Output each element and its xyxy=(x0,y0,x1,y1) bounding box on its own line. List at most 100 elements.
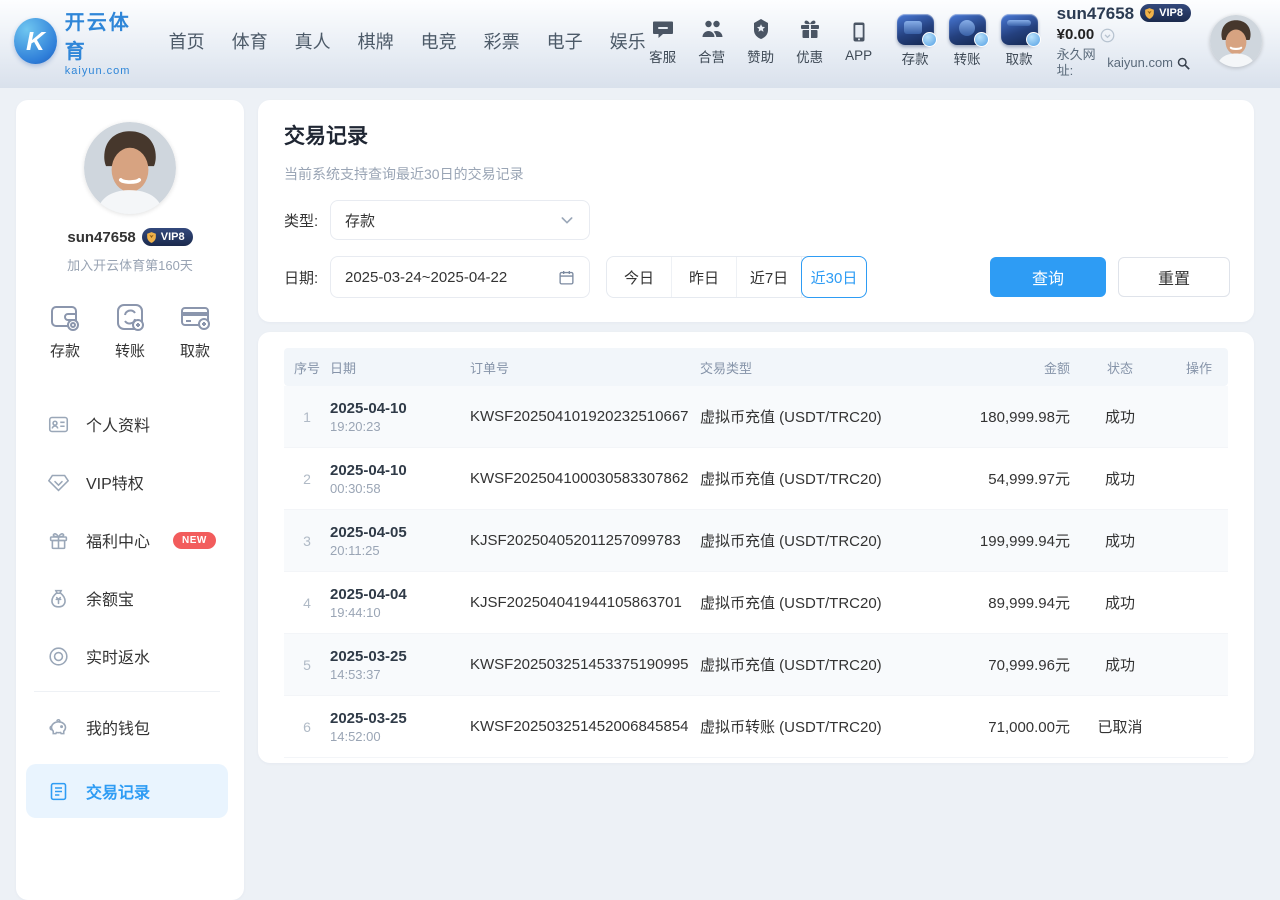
col-amount: 金额 xyxy=(950,358,1070,377)
row-amount: 199,999.94元 xyxy=(950,530,1070,551)
sidebar-item-welfare[interactable]: 福利中心 NEW xyxy=(16,511,238,569)
sidebar-item-transactions[interactable]: 交易记录 xyxy=(26,764,228,818)
row-date-value: 2025-04-05 xyxy=(330,524,470,541)
partner-link[interactable]: 合营 xyxy=(695,17,729,66)
sidebar-item-vip[interactable]: VIP特权 xyxy=(16,453,238,511)
vip-crest-icon xyxy=(1143,7,1156,20)
quick-date-yesterday[interactable]: 昨日 xyxy=(672,257,737,297)
row-status: 成功 xyxy=(1070,406,1170,427)
new-badge: NEW xyxy=(173,532,216,549)
nav-item-home[interactable]: 首页 xyxy=(169,28,205,54)
transaction-record-icon xyxy=(48,781,69,802)
sidebar-username: sun47658 xyxy=(67,229,135,246)
table-header: 序号 日期 订单号 交易类型 金额 状态 操作 xyxy=(284,348,1228,386)
avatar[interactable] xyxy=(1210,15,1262,67)
row-type: 虚拟币充值 (USDT/TRC20) xyxy=(700,654,950,675)
sidebar-item-yuebao[interactable]: 余额宝 xyxy=(16,569,238,627)
sidebar-vip-badge: VIP8 xyxy=(142,228,193,246)
vip-badge: VIP8 xyxy=(1140,4,1191,22)
reset-button[interactable]: 重置 xyxy=(1118,257,1230,297)
date-filter-row: 日期: 2025-03-24~2025-04-22 今日 昨日 近7日 近30日… xyxy=(284,256,1230,298)
app-link[interactable]: APP xyxy=(842,19,876,63)
badge-icon xyxy=(748,17,773,42)
row-time-value: 14:53:37 xyxy=(330,667,470,682)
row-amount: 180,999.98元 xyxy=(950,406,1070,427)
nav-item-lottery[interactable]: 彩票 xyxy=(484,28,520,54)
nav-item-sports[interactable]: 体育 xyxy=(232,28,268,54)
date-range-input[interactable]: 2025-03-24~2025-04-22 xyxy=(330,256,590,298)
nav-item-live[interactable]: 真人 xyxy=(295,28,331,54)
col-index: 序号 xyxy=(284,358,330,377)
sidebar-item-transactions-label: 交易记录 xyxy=(86,779,150,803)
gift-box-icon xyxy=(48,530,69,551)
balance-amount: ¥0.00 xyxy=(1057,26,1095,45)
table-row: 1 2025-04-10 19:20:23 KWSF20250410192023… xyxy=(284,386,1228,448)
chevron-down-icon xyxy=(559,212,575,228)
withdraw-tile[interactable]: 取款 xyxy=(1001,14,1038,68)
sponsor-link[interactable]: 赞助 xyxy=(744,17,778,66)
sidebar-item-rebate[interactable]: 实时返水 xyxy=(16,627,238,685)
col-action: 操作 xyxy=(1170,358,1228,377)
quick-date-30days[interactable]: 近30日 xyxy=(801,256,867,298)
sidebar-item-profile[interactable]: 个人资料 xyxy=(16,395,238,453)
nav-item-chess[interactable]: 棋牌 xyxy=(358,28,394,54)
sidebar-item-wallet-label: 我的钱包 xyxy=(86,715,150,739)
row-time-value: 20:11:25 xyxy=(330,543,470,558)
page-title: 交易记录 xyxy=(284,120,1230,150)
nav-item-entertainment[interactable]: 娱乐 xyxy=(610,28,646,54)
username: sun47658 xyxy=(1057,3,1135,24)
type-label: 类型: xyxy=(284,210,330,231)
page-subtitle: 当前系统支持查询最近30日的交易记录 xyxy=(284,164,1230,184)
nav-item-esports[interactable]: 电竞 xyxy=(421,28,457,54)
row-order-no: KJSF202504041944105863701 xyxy=(470,594,700,611)
refresh-balance-icon[interactable] xyxy=(1100,28,1115,43)
promo-link[interactable]: 优惠 xyxy=(793,17,827,66)
sidebar-avatar[interactable] xyxy=(84,122,176,214)
row-date-value: 2025-04-04 xyxy=(330,586,470,603)
deposit-tile[interactable]: 存款 xyxy=(897,14,934,68)
row-index: 1 xyxy=(284,409,330,425)
quick-date-7days[interactable]: 近7日 xyxy=(737,257,802,297)
row-type: 虚拟币转账 (USDT/TRC20) xyxy=(700,716,950,737)
sidebar-item-welfare-label: 福利中心 xyxy=(86,528,150,552)
sidebar-vip-crest-icon xyxy=(145,231,158,244)
brand-domain: kaiyun.com xyxy=(65,65,147,77)
row-status: 成功 xyxy=(1070,654,1170,675)
brand-logo-icon: K xyxy=(14,18,57,64)
col-order: 订单号 xyxy=(470,358,700,377)
sidebar-item-wallet[interactable]: 我的钱包 xyxy=(16,698,238,756)
type-select[interactable]: 存款 xyxy=(330,200,590,240)
sidebar-quick-actions: 存款 转账 取款 xyxy=(16,300,244,361)
search-icon[interactable] xyxy=(1176,56,1191,71)
bank-card-icon xyxy=(178,300,212,334)
filter-actions: 查询 重置 xyxy=(990,257,1230,297)
row-date: 2025-04-10 19:20:23 xyxy=(330,400,470,434)
sidebar-item-vip-label: VIP特权 xyxy=(86,470,144,494)
row-date: 2025-03-25 14:53:37 xyxy=(330,648,470,682)
sidebar-deposit-action[interactable]: 存款 xyxy=(48,300,82,361)
sidebar-withdraw-action[interactable]: 取款 xyxy=(178,300,212,361)
vip-level: VIP8 xyxy=(1159,7,1183,21)
partner-label: 合营 xyxy=(698,46,725,66)
quick-date-today[interactable]: 今日 xyxy=(607,257,672,297)
row-index: 2 xyxy=(284,471,330,487)
col-status: 状态 xyxy=(1070,358,1170,377)
wallet-tiles: 存款 转账 取款 xyxy=(897,14,1038,68)
nav-item-slots[interactable]: 电子 xyxy=(547,28,583,54)
brand-logo[interactable]: K 开云体育 kaiyun.com xyxy=(14,6,147,77)
row-date: 2025-04-04 19:44:10 xyxy=(330,586,470,620)
search-button[interactable]: 查询 xyxy=(990,257,1106,297)
date-label: 日期: xyxy=(284,267,330,288)
row-amount: 71,000.00元 xyxy=(950,716,1070,737)
row-type: 虚拟币充值 (USDT/TRC20) xyxy=(700,468,950,489)
sidebar-transfer-action[interactable]: 转账 xyxy=(113,300,147,361)
row-status: 成功 xyxy=(1070,468,1170,489)
permanent-url-label: 永久网址: xyxy=(1057,47,1105,80)
row-status: 成功 xyxy=(1070,592,1170,613)
transfer-tile[interactable]: 转账 xyxy=(949,14,986,68)
service-link[interactable]: 客服 xyxy=(646,17,680,66)
sidebar-deposit-label: 存款 xyxy=(50,340,80,361)
row-status: 已取消 xyxy=(1070,716,1170,737)
col-date: 日期 xyxy=(330,358,470,377)
sidebar-menu: 个人资料 VIP特权 福利中心 NEW 余额宝 xyxy=(16,395,244,818)
